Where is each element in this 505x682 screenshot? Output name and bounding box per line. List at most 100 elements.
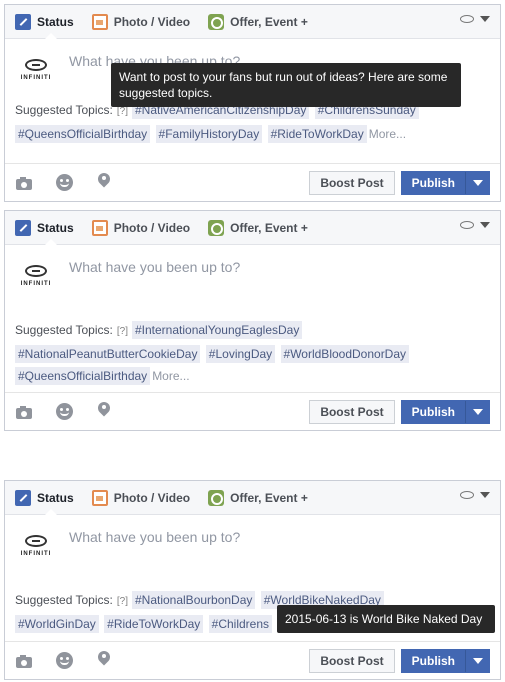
photo-icon (91, 489, 108, 506)
topic-tag[interactable]: #WorldBloodDonorDay (280, 345, 410, 363)
help-link[interactable]: [?] (117, 106, 128, 117)
pencil-icon (15, 489, 31, 506)
suggested-topics: Suggested Topics: [?] #InternationalYoungE… (5, 305, 500, 387)
composer-tabs: Status Photo / Video Offer, Event + (5, 5, 500, 39)
topic-tag[interactable]: #RideToWorkDay (267, 125, 367, 143)
publish-button[interactable]: Publish (400, 648, 490, 673)
topic-tag[interactable]: #QueensOfficialBirthday (15, 125, 151, 143)
publish-options-dropdown[interactable] (465, 649, 489, 672)
avatar: INFINITI (19, 259, 53, 293)
composer-panel-2: Status Photo / Video Offer, Event + INFI… (4, 210, 501, 431)
tab-photo-video-label: Photo / Video (113, 14, 191, 29)
tab-photo-video-label: Photo / Video (113, 490, 191, 505)
topic-tag[interactable]: #NationalBourbonDay (131, 591, 256, 609)
composer-area[interactable]: INFINITI What have you been up to? (5, 515, 500, 575)
tab-photo-video[interactable]: Photo / Video (91, 489, 191, 506)
topic-tag[interactable]: #WorldGinDay (15, 615, 99, 633)
tab-offer-event[interactable]: Offer, Event + (208, 489, 308, 506)
page-switcher[interactable] (460, 15, 490, 23)
chevron-down-icon (472, 657, 483, 664)
camera-icon[interactable] (15, 652, 35, 672)
photo-icon (91, 13, 108, 30)
tab-status[interactable]: Status (15, 219, 74, 236)
topic-date-tooltip: 2015-06-13 is World Bike Naked Day (277, 605, 495, 633)
topic-tag[interactable]: #NationalPeanutButterCookieDay (15, 345, 201, 363)
action-bar: Boost Post Publish (5, 392, 500, 430)
suggested-topics-label: Suggested Topics: (15, 103, 113, 117)
avatar: INFINITI (19, 53, 53, 87)
location-pin-icon[interactable] (95, 648, 115, 671)
brand-wordmark: INFINITI (20, 551, 52, 557)
action-bar: Boost Post Publish (5, 163, 500, 201)
tab-status-label: Status (37, 14, 74, 29)
brand-wordmark: INFINITI (20, 75, 52, 81)
chevron-down-icon (480, 222, 490, 228)
topic-tag[interactable]: #QueensOfficialBirthday (15, 367, 151, 385)
page-logo-icon (460, 15, 474, 23)
location-pin-icon[interactable] (95, 399, 115, 422)
publish-options-dropdown[interactable] (465, 171, 489, 194)
offer-icon (208, 219, 225, 236)
tab-status-label: Status (37, 490, 74, 505)
topic-tag[interactable]: #Childrens (208, 615, 273, 633)
smiley-icon[interactable] (55, 651, 75, 671)
topic-tag[interactable]: #LovingDay (205, 345, 276, 363)
offer-icon (208, 489, 225, 506)
suggested-topics-label: Suggested Topics: (15, 593, 113, 607)
page-switcher[interactable] (460, 221, 490, 229)
camera-icon[interactable] (15, 403, 35, 423)
tab-status-label: Status (37, 220, 74, 235)
page-switcher[interactable] (460, 491, 490, 499)
avatar: INFINITI (19, 529, 53, 563)
composer-panel-3: Status Photo / Video Offer, Event + INFI… (4, 480, 501, 680)
composer-area[interactable]: INFINITI What have you been up to? (5, 245, 500, 305)
chevron-down-icon (472, 408, 483, 415)
tab-offer-event-label: Offer, Event + (230, 490, 308, 505)
action-bar: Boost Post Publish (5, 641, 500, 679)
brand-wordmark: INFINITI (20, 281, 52, 287)
help-link[interactable]: [?] (117, 326, 128, 337)
topic-tag[interactable]: #InternationalYoungEaglesDay (131, 321, 303, 339)
chevron-down-icon (480, 16, 490, 22)
publish-button[interactable]: Publish (400, 170, 490, 195)
boost-post-button[interactable]: Boost Post (309, 648, 395, 673)
publish-label: Publish (411, 404, 455, 419)
page-logo-icon (460, 491, 474, 499)
publish-label: Publish (411, 175, 455, 190)
page-logo-icon (460, 221, 474, 229)
chevron-down-icon (472, 179, 483, 186)
tab-status[interactable]: Status (15, 489, 74, 506)
composer-tabs: Status Photo / Video Offer, Event + (5, 481, 500, 515)
location-pin-icon[interactable] (95, 170, 115, 193)
photo-icon (91, 219, 108, 236)
help-link[interactable]: [?] (117, 596, 128, 607)
topic-tag[interactable]: #FamilyHistoryDay (155, 125, 263, 143)
boost-post-button[interactable]: Boost Post (309, 170, 395, 195)
topic-tag[interactable]: #RideToWorkDay (104, 615, 204, 633)
pencil-icon (15, 219, 31, 236)
tab-photo-video[interactable]: Photo / Video (91, 219, 190, 236)
help-tooltip: Want to post to your fans but run out of… (111, 63, 461, 107)
suggested-topics-label: Suggested Topics: (15, 323, 113, 337)
camera-icon[interactable] (15, 174, 35, 194)
smiley-icon[interactable] (55, 402, 75, 422)
tab-offer-event-label: Offer, Event + (230, 220, 308, 235)
more-link[interactable]: More... (369, 127, 406, 141)
tab-photo-video[interactable]: Photo / Video (91, 13, 191, 30)
publish-label: Publish (411, 653, 455, 668)
tab-offer-event[interactable]: Offer, Event + (208, 219, 308, 236)
publish-button[interactable]: Publish (400, 399, 490, 424)
post-input[interactable]: What have you been up to? (69, 529, 240, 545)
offer-icon (208, 13, 225, 30)
pencil-icon (15, 13, 31, 30)
post-input[interactable]: What have you been up to? (69, 259, 240, 275)
more-link[interactable]: More... (152, 369, 189, 383)
tab-status[interactable]: Status (15, 13, 74, 30)
boost-post-button[interactable]: Boost Post (309, 399, 395, 424)
composer-tabs: Status Photo / Video Offer, Event + (5, 211, 500, 245)
chevron-down-icon (480, 492, 490, 498)
tab-offer-event[interactable]: Offer, Event + (208, 13, 308, 30)
smiley-icon[interactable] (55, 173, 75, 193)
tab-offer-event-label: Offer, Event + (230, 14, 308, 29)
publish-options-dropdown[interactable] (465, 400, 489, 423)
